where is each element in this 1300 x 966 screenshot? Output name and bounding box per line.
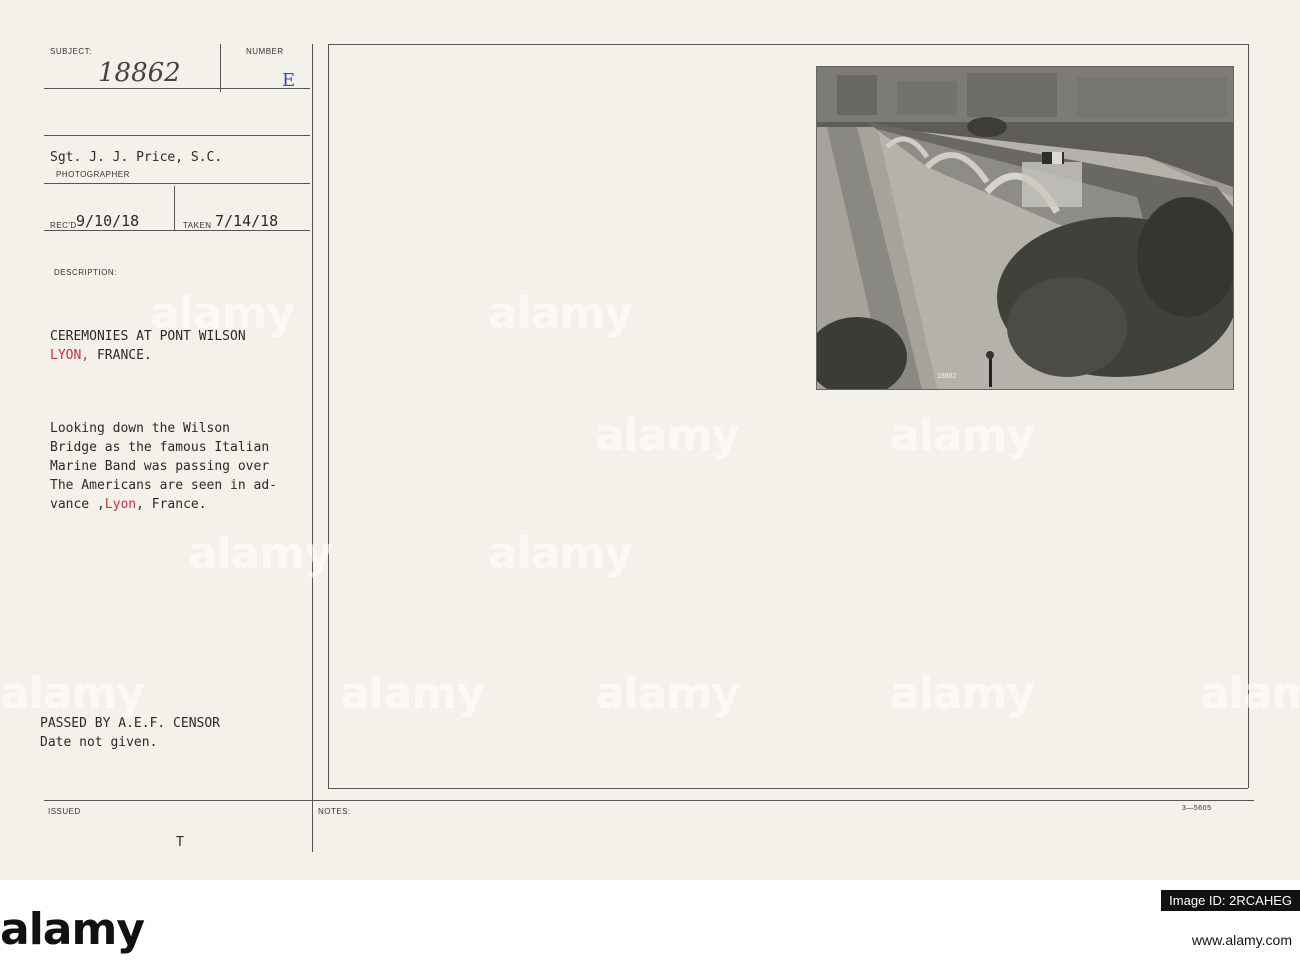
description-body-line-2: Bridge as the famous Italian: [50, 440, 270, 455]
photographer-rule-bottom: [44, 183, 310, 184]
brand-url: www.alamy.com: [1191, 932, 1292, 948]
photographer-label: PHOTOGRAPHER: [56, 170, 130, 179]
title-country: FRANCE.: [89, 348, 152, 363]
description-body-line-3: Marine Band was passing over: [50, 459, 270, 474]
censor-line-2: Date not given.: [40, 735, 158, 750]
watermark-4: alamy: [890, 410, 1035, 461]
archive-card: SUBJECT: 18862 NUMBER E Sgt. J. J. Price…: [0, 0, 1300, 880]
subject-rule: [44, 88, 310, 89]
watermark-1: alamy: [150, 288, 295, 339]
brand-logo: alamy: [0, 904, 145, 955]
subject-value: 18862: [98, 58, 181, 88]
image-id-badge: Image ID: 2RCAHEG: [1161, 890, 1300, 911]
photo-panel-left-edge: [328, 44, 329, 788]
number-label: NUMBER: [246, 47, 284, 56]
branding-bar: [0, 880, 1300, 966]
watermark-5: alamy: [188, 528, 333, 579]
photographer-name: Sgt. J. J. Price, S.C.: [50, 150, 223, 165]
photo-panel-top-edge: [328, 44, 1248, 45]
description-body-line-1: Looking down the Wilson: [50, 421, 231, 436]
watermark-7: alamy: [0, 668, 145, 719]
watermark-6: alamy: [488, 528, 633, 579]
title-city: LYON,: [50, 348, 90, 363]
watermark-3: alamy: [595, 410, 740, 461]
description-title-line2: LYON, FRANCE.: [50, 346, 152, 365]
watermark-10: alamy: [890, 668, 1035, 719]
watermark-11: alamy: [1200, 668, 1300, 719]
photo-caption: 18862: [937, 373, 957, 380]
watermark-9: alamy: [595, 668, 740, 719]
recd-label: REC'D: [50, 221, 77, 230]
notes-label: NOTES:: [318, 807, 351, 816]
description-body-line-4: The Americans are seen in ad-: [50, 478, 277, 493]
left-column-divider: [312, 44, 313, 852]
dates-divider: [174, 186, 175, 230]
bridge-photo-graphic: [817, 67, 1233, 389]
watermark-2: alamy: [488, 288, 633, 339]
bridge-photograph: 18862: [816, 66, 1234, 390]
photographer-rule-top: [44, 135, 310, 136]
body-prefix: vance ,: [50, 497, 105, 512]
subject-number-divider: [220, 44, 221, 92]
description-body-line-5: vance ,Lyon, France.: [50, 495, 207, 514]
watermark-8: alamy: [340, 668, 485, 719]
number-value: E: [282, 70, 296, 91]
recd-value: 9/10/18: [76, 212, 140, 230]
issued-rule: [44, 800, 1254, 801]
issued-label: ISSUED: [48, 807, 81, 816]
body-city: Lyon: [104, 497, 137, 512]
subject-label: SUBJECT:: [50, 47, 92, 56]
taken-value: 7/14/18: [215, 212, 279, 230]
issued-mark: T: [176, 835, 184, 850]
description-label: DESCRIPTION:: [54, 268, 117, 277]
body-suffix: , France.: [136, 497, 207, 512]
photo-panel-bottom-edge: [328, 788, 1248, 789]
taken-label: TAKEN: [183, 221, 212, 230]
form-number: 3—5605: [1182, 805, 1212, 812]
